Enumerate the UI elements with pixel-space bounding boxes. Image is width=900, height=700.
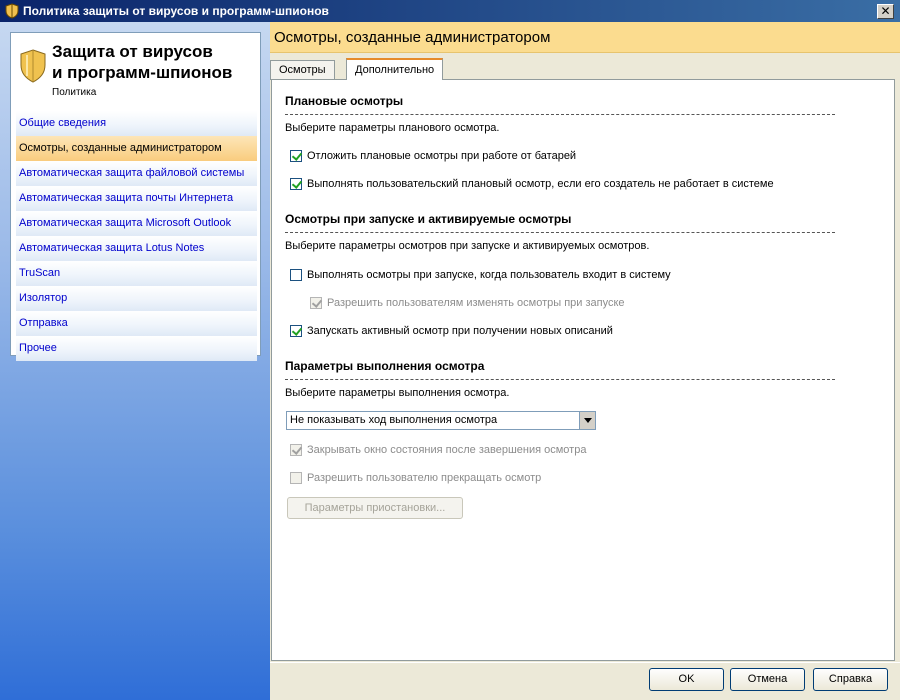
checkbox-active-scan-new-defs[interactable]: Запускать активный осмотр при получении … bbox=[290, 325, 613, 337]
checkbox-box[interactable] bbox=[290, 178, 302, 190]
tab-strip: Осмотры Дополнительно bbox=[270, 58, 900, 80]
main-panel: Осмотры, созданные администратором Осмот… bbox=[270, 22, 900, 662]
close-button[interactable]: ✕ bbox=[877, 3, 894, 19]
sidebar: Защита от вирусов и программ-шпионов Пол… bbox=[0, 22, 270, 700]
checkbox-close-status-window: Закрывать окно состояния после завершени… bbox=[290, 444, 586, 456]
checkbox-startup-scan[interactable]: Выполнять осмотры при запуске, когда пол… bbox=[290, 269, 671, 281]
checkbox-box[interactable] bbox=[290, 269, 302, 281]
select-value: Не показывать ход выполнения осмотра bbox=[290, 414, 498, 426]
section-title-startup: Осмотры при запуске и активируемые осмот… bbox=[285, 212, 572, 226]
window-title: Политика защиты от вирусов и программ-шп… bbox=[23, 4, 329, 18]
chevron-down-icon[interactable] bbox=[579, 412, 595, 429]
sidebar-item-internet-email-autoprotect[interactable]: Автоматическая защита почты Интернета bbox=[16, 186, 257, 211]
brand-subtitle: Политика bbox=[52, 87, 97, 98]
checkbox-allow-user-stop: Разрешить пользователю прекращать осмотр bbox=[290, 472, 541, 484]
sidebar-item-general[interactable]: Общие сведения bbox=[16, 111, 257, 136]
section-divider bbox=[285, 114, 835, 115]
nav-panel: Защита от вирусов и программ-шпионов Пол… bbox=[10, 32, 261, 361]
nav-list: Общие сведения Осмотры, созданные админи… bbox=[16, 111, 257, 361]
brand: Защита от вирусов и программ-шпионов Пол… bbox=[20, 40, 260, 100]
checkbox-label: Разрешить пользователям изменять осмотры… bbox=[327, 297, 625, 309]
shield-icon bbox=[5, 3, 19, 19]
tab-advanced[interactable]: Дополнительно bbox=[346, 58, 444, 80]
checkbox-label: Выполнять пользовательский плановый осмо… bbox=[307, 178, 774, 190]
checkbox-label: Выполнять осмотры при запуске, когда пол… bbox=[307, 269, 671, 281]
checkbox-run-user-scan[interactable]: Выполнять пользовательский плановый осмо… bbox=[290, 178, 774, 190]
advanced-tab-panel: Плановые осмотры Выберите параметры план… bbox=[271, 79, 895, 661]
progress-display-select[interactable]: Не показывать ход выполнения осмотра bbox=[286, 411, 596, 430]
section-divider bbox=[285, 379, 835, 380]
checkbox-box[interactable] bbox=[290, 325, 302, 337]
section-desc-startup: Выберите параметры осмотров при запуске … bbox=[285, 240, 650, 252]
checkbox-label: Отложить плановые осмотры при работе от … bbox=[307, 150, 577, 162]
section-desc-scheduled: Выберите параметры планового осмотра. bbox=[285, 122, 500, 134]
pause-options-button: Параметры приостановки... bbox=[287, 497, 463, 519]
policy-window: Политика защиты от вирусов и программ-шп… bbox=[0, 0, 900, 700]
sidebar-item-file-system-autoprotect[interactable]: Автоматическая защита файловой системы bbox=[16, 161, 257, 186]
sidebar-item-outlook-autoprotect[interactable]: Автоматическая защита Microsoft Outlook bbox=[16, 211, 257, 236]
brand-title-line2: и программ-шпионов bbox=[52, 63, 233, 82]
shield-logo-icon bbox=[20, 49, 46, 83]
section-title-scheduled: Плановые осмотры bbox=[285, 94, 404, 108]
tab-scans[interactable]: Осмотры bbox=[270, 60, 335, 80]
checkbox-box bbox=[290, 472, 302, 484]
checkbox-label: Разрешить пользователю прекращать осмотр bbox=[307, 472, 542, 484]
dialog-footer: OK Отмена Справка bbox=[270, 662, 900, 700]
title-bar: Политика защиты от вирусов и программ-шп… bbox=[0, 0, 900, 22]
page-title: Осмотры, созданные администратором bbox=[270, 22, 900, 53]
sidebar-item-truscan[interactable]: TruScan bbox=[16, 261, 257, 286]
sidebar-item-lotus-notes-autoprotect[interactable]: Автоматическая защита Lotus Notes bbox=[16, 236, 257, 261]
brand-title: Защита от вирусов и программ-шпионов bbox=[52, 41, 232, 83]
checkbox-box bbox=[310, 297, 322, 309]
sidebar-item-quarantine[interactable]: Изолятор bbox=[16, 286, 257, 311]
section-divider bbox=[285, 232, 835, 233]
sidebar-item-misc[interactable]: Прочее bbox=[16, 336, 257, 361]
section-title-execution: Параметры выполнения осмотра bbox=[285, 359, 485, 373]
checkbox-label: Запускать активный осмотр при получении … bbox=[307, 325, 613, 337]
brand-title-line1: Защита от вирусов bbox=[52, 42, 213, 61]
sidebar-item-submission[interactable]: Отправка bbox=[16, 311, 257, 336]
checkbox-box[interactable] bbox=[290, 150, 302, 162]
checkbox-allow-modify-startup: Разрешить пользователям изменять осмотры… bbox=[310, 297, 625, 309]
cancel-button[interactable]: Отмена bbox=[730, 668, 805, 691]
checkbox-label: Закрывать окно состояния после завершени… bbox=[307, 444, 587, 456]
section-desc-execution: Выберите параметры выполнения осмотра. bbox=[285, 387, 510, 399]
help-button[interactable]: Справка bbox=[813, 668, 888, 691]
checkbox-delay-on-battery[interactable]: Отложить плановые осмотры при работе от … bbox=[290, 150, 576, 162]
ok-button[interactable]: OK bbox=[649, 668, 724, 691]
checkbox-box bbox=[290, 444, 302, 456]
sidebar-item-admin-scans[interactable]: Осмотры, созданные администратором bbox=[16, 136, 257, 161]
